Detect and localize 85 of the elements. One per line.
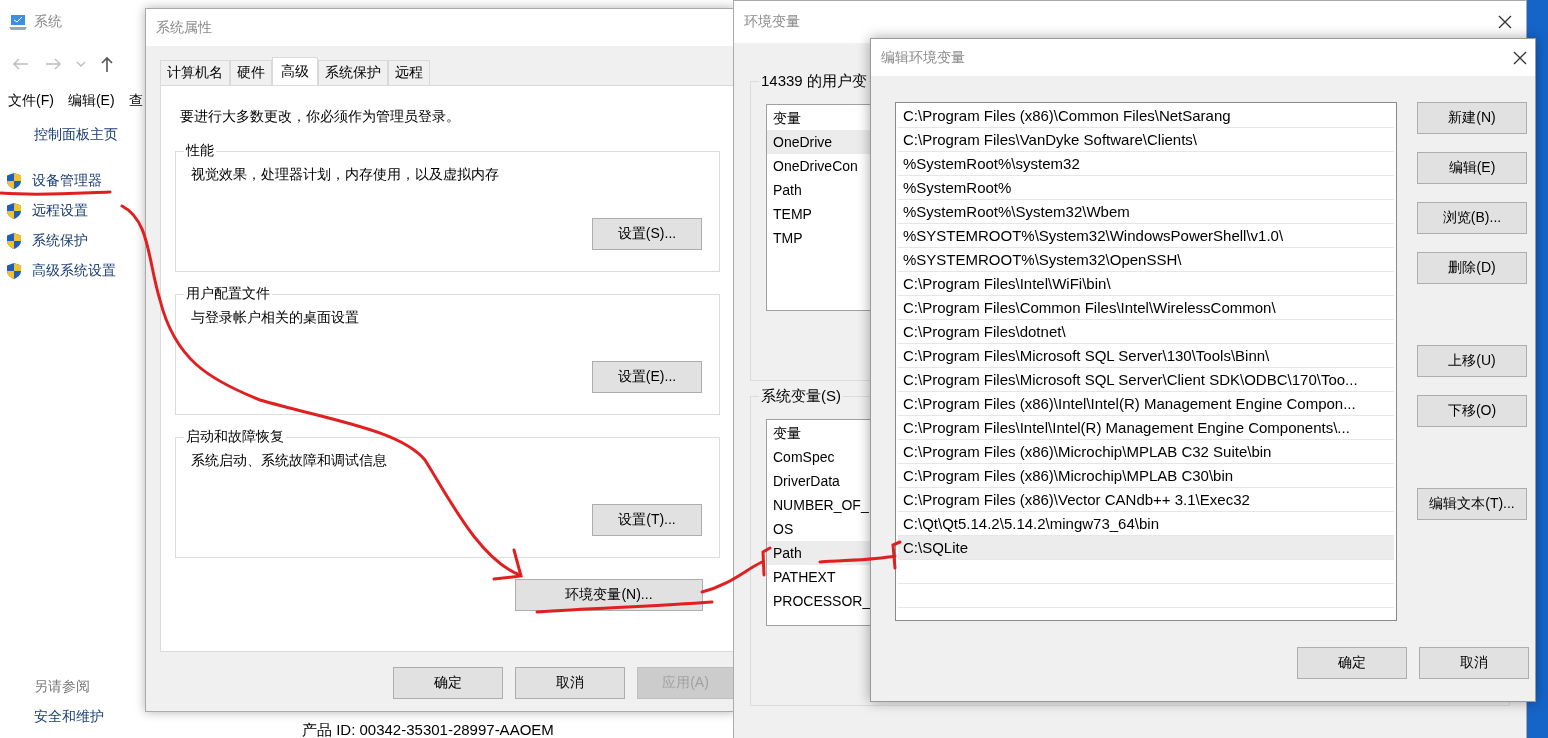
list-row[interactable]: NUMBER_OF_ — [767, 493, 870, 517]
environment-variables-button[interactable]: 环境变量(N)... — [515, 579, 703, 611]
computer-icon — [8, 13, 28, 31]
list-row[interactable]: DriverData — [767, 469, 870, 493]
column-header: 变量 — [772, 109, 802, 128]
list-row[interactable]: OneDriveCon — [767, 154, 870, 178]
group-title: 启动和故障恢复 — [184, 428, 286, 446]
list-row[interactable]: C:\Program Files\Intel\WiFi\bin\ — [898, 272, 1394, 296]
dialog-button[interactable]: 编辑(E) — [1417, 152, 1527, 184]
settings-button[interactable]: 设置(T)... — [592, 504, 702, 536]
group-title: 14339 的用户变 — [759, 72, 869, 91]
up-arrow-icon[interactable] — [100, 55, 114, 73]
tab[interactable]: 高级 — [272, 57, 318, 85]
shield-icon — [6, 202, 22, 220]
menu-item[interactable]: 文件(F) — [8, 92, 54, 116]
list-row[interactable]: Path — [767, 541, 870, 565]
list-row[interactable]: C:\Program Files\Common Files\Intel\WirelessCommon\ — [898, 296, 1394, 320]
list-row[interactable]: %SystemRoot%\system32 — [898, 152, 1394, 176]
product-id: 产品 ID: 00342-35301-28997-AAOEM — [302, 721, 555, 738]
list-row[interactable]: PROCESSOR_ — [767, 589, 870, 613]
close-icon[interactable] — [1513, 50, 1527, 65]
sidebar-link[interactable]: 设备管理器 — [32, 172, 102, 190]
menu-item[interactable]: 编辑(E) — [67, 92, 115, 116]
dialog-button[interactable]: 上移(U) — [1417, 345, 1527, 377]
list-row[interactable]: TMP — [767, 226, 870, 250]
list-row[interactable]: C:\Program Files\Intel\Intel(R) Management Engine Components\... — [898, 416, 1394, 440]
group-description: 视觉效果，处理器计划，内存使用，以及虚拟内存 — [191, 166, 500, 184]
list-row[interactable]: ComSpec — [767, 445, 870, 469]
list-row[interactable]: C:\Program Files (x86)\Vector CANdb++ 3.1\Exec32 — [898, 488, 1394, 512]
tab[interactable]: 系统保护 — [318, 60, 388, 85]
list-row[interactable]: C:\SQLite — [898, 536, 1394, 560]
list-row[interactable]: C:\Program Files\Microsoft SQL Server\Client SDK\ODBC\170\Too... — [898, 368, 1394, 392]
dialog-button[interactable]: 编辑文本(T)... — [1417, 488, 1527, 520]
dialog-button[interactable]: 取消 — [515, 667, 625, 699]
section-label: 另请参阅 — [34, 678, 91, 696]
sidebar-link[interactable]: 控制面板主页 — [34, 126, 145, 144]
dialog-button[interactable]: 确定 — [1297, 647, 1407, 679]
list-row[interactable]: %SYSTEMROOT%\System32\OpenSSH\ — [898, 248, 1394, 272]
shield-icon — [6, 232, 22, 250]
list-row[interactable]: OneDrive — [767, 130, 870, 154]
tab[interactable]: 远程 — [388, 60, 430, 85]
list-row[interactable]: C:\Program Files\dotnet\ — [898, 320, 1394, 344]
tab[interactable]: 计算机名 — [160, 60, 230, 85]
group-description: 与登录帐户相关的桌面设置 — [191, 309, 360, 327]
list-row[interactable]: C:\Program Files (x86)\Microchip\MPLAB C32 Suite\bin — [898, 440, 1394, 464]
group-description: 系统启动、系统故障和调试信息 — [191, 452, 388, 470]
settings-button[interactable]: 设置(E)... — [592, 361, 702, 393]
shield-icon — [6, 172, 22, 190]
window-title: 系统 — [34, 13, 62, 31]
notice-text: 要进行大多数更改，你必须作为管理员登录。 — [180, 108, 461, 126]
shield-icon — [6, 262, 22, 280]
dialog-button[interactable]: 取消 — [1419, 647, 1529, 679]
column-header: 变量 — [772, 424, 802, 443]
group-title: 用户配置文件 — [184, 285, 272, 303]
dialog-button[interactable]: 确定 — [393, 667, 503, 699]
dialog-button[interactable]: 删除(D) — [1417, 252, 1527, 284]
list-row[interactable]: C:\Program Files (x86)\Common Files\NetSarang — [898, 104, 1394, 128]
group-title: 性能 — [184, 142, 216, 160]
sidebar-link[interactable]: 系统保护 — [32, 232, 88, 250]
list-row[interactable]: C:\Program Files\VanDyke Software\Clients\ — [898, 128, 1394, 152]
sidebar-link[interactable]: 远程设置 — [32, 202, 88, 220]
sidebar-link[interactable]: 高级系统设置 — [32, 262, 116, 280]
annotation-arrow — [700, 546, 772, 594]
list-row[interactable]: OS — [767, 517, 870, 541]
list-row[interactable]: %SystemRoot%\System32\Wbem — [898, 200, 1394, 224]
list-row[interactable]: PATHEXT — [767, 565, 870, 589]
dialog-button[interactable]: 新建(N) — [1417, 102, 1527, 134]
list-row[interactable]: C:\Program Files (x86)\Intel\Intel(R) Management Engine Compon... — [898, 392, 1394, 416]
dialog-button[interactable]: 下移(O) — [1417, 395, 1527, 427]
window-title: 系统属性 — [156, 18, 212, 37]
tab[interactable]: 硬件 — [230, 60, 272, 85]
list-row[interactable]: TEMP — [767, 202, 870, 226]
list-row[interactable]: C:\Program Files\Microsoft SQL Server\130\Tools\Binn\ — [898, 344, 1394, 368]
group-title: 系统变量(S) — [759, 387, 843, 406]
sidebar-link[interactable]: 安全和维护 — [34, 708, 145, 738]
list-row[interactable]: %SYSTEMROOT%\System32\WindowsPowerShell\v1.0\ — [898, 224, 1394, 248]
window-title: 环境变量 — [744, 13, 800, 31]
close-icon[interactable] — [1498, 15, 1512, 29]
menu-item[interactable]: 查 — [128, 92, 143, 116]
settings-button[interactable]: 设置(S)... — [592, 218, 702, 250]
window-title: 编辑环境变量 — [881, 48, 965, 67]
list-row[interactable]: %SystemRoot% — [898, 176, 1394, 200]
dialog-button[interactable]: 浏览(B)... — [1417, 202, 1527, 234]
list-row[interactable]: C:\Program Files (x86)\Microchip\MPLAB C30\bin — [898, 464, 1394, 488]
list-row[interactable]: Path — [767, 178, 870, 202]
